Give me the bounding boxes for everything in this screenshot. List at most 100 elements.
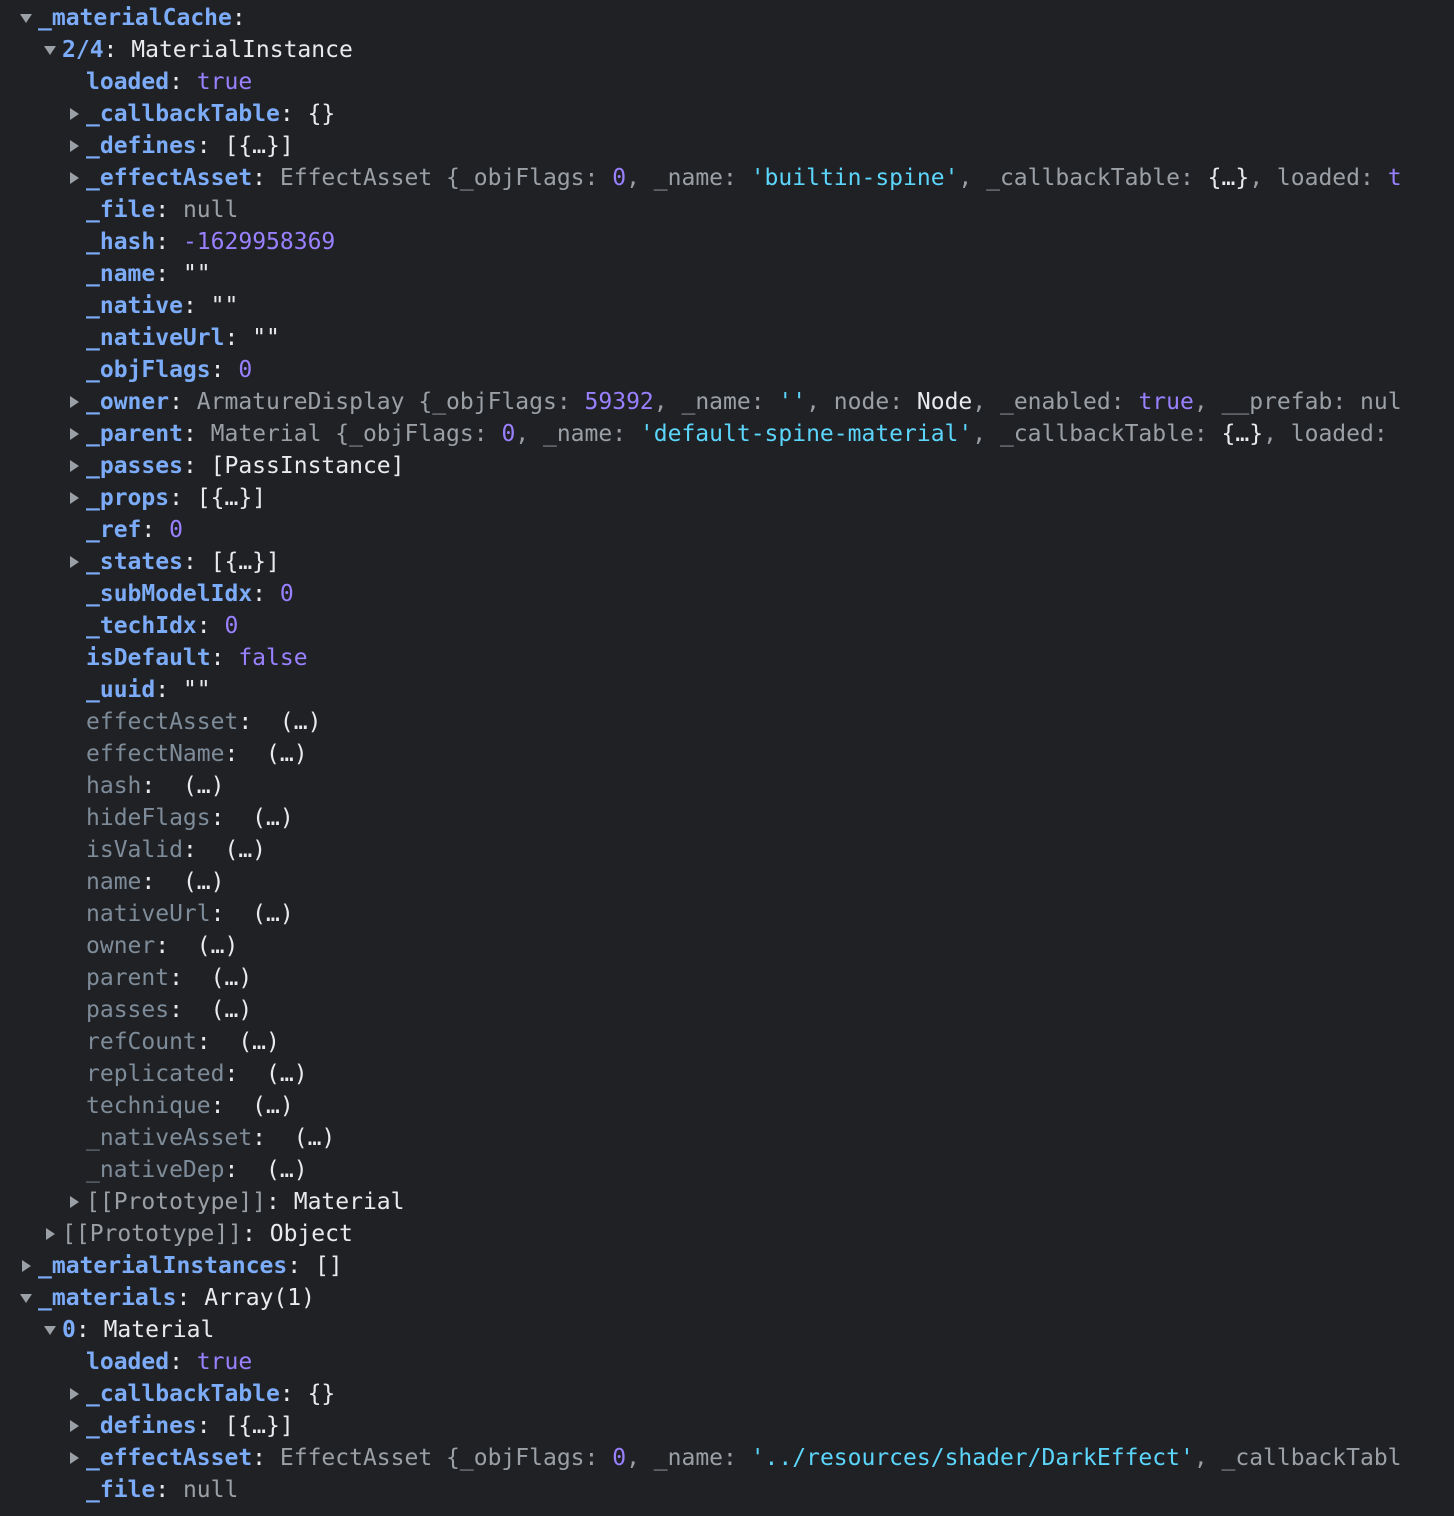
property-row-native: _native: "" [62,290,238,322]
property-row-states[interactable]: _states: [{…}] [62,546,280,578]
key-separator: : [141,773,170,799]
key-separator: : [182,421,211,447]
collapsed-triangle-icon[interactable] [38,1218,62,1250]
collapsed-triangle-icon[interactable] [62,482,86,514]
expanded-triangle-icon[interactable] [14,2,38,34]
property-value: , _name: [626,165,751,191]
property-row-file: _file: null [62,1474,238,1506]
key-separator: : [224,1157,253,1183]
property-value: '../resources/shader/DarkEffect' [750,1445,1194,1471]
property-value[interactable]: (…) [238,805,294,831]
expanded-triangle-icon[interactable] [14,1282,38,1314]
property-value: 0 [169,517,183,543]
property-row-props[interactable]: _props: [{…}] [62,482,266,514]
property-value[interactable]: (…) [197,997,253,1023]
property-value: MaterialInstance [131,37,353,63]
property-row-passes[interactable]: _passes: [PassInstance] [62,450,405,482]
property-value[interactable]: (…) [169,773,225,799]
property-row-defines[interactable]: _defines: [{…}] [62,1410,294,1442]
property-row-effectasset[interactable]: _effectAsset: EffectAsset {_objFlags: 0,… [62,1442,1402,1474]
property-row-2-4[interactable]: 2/4: MaterialInstance [38,34,353,66]
collapsed-triangle-icon[interactable] [62,418,86,450]
property-row-owner[interactable]: _owner: ArmatureDisplay {_objFlags: 5939… [62,386,1402,418]
property-value: [{…}] [196,485,267,511]
property-key: _native [86,293,183,319]
property-row-replicated: replicated: (…) [62,1058,308,1090]
collapsed-triangle-icon[interactable] [62,98,86,130]
property-value[interactable]: (…) [252,1157,308,1183]
collapsed-triangle-icon[interactable] [62,1378,86,1410]
property-key: _ref [86,517,142,543]
key-separator: : [75,1317,104,1343]
property-key: passes [86,997,170,1023]
property-row-callbacktable[interactable]: _callbackTable: {} [62,98,335,130]
property-row-nativeurl: _nativeUrl: "" [62,322,280,354]
collapsed-triangle-icon[interactable] [62,1186,86,1218]
property-value: Material {_objFlags: [210,421,502,447]
property-row-callbacktable[interactable]: _callbackTable: {} [62,1378,335,1410]
collapsed-triangle-icon[interactable] [62,162,86,194]
property-key: effectName [86,741,225,767]
property-row-effectasset[interactable]: _effectAsset: EffectAsset {_objFlags: 0,… [62,162,1402,194]
property-value[interactable]: (…) [238,901,294,927]
key-separator: : [196,1413,225,1439]
property-value: Node [916,389,973,415]
property-row-parent[interactable]: _parent: Material {_objFlags: 0, _name: … [62,418,1402,450]
collapsed-triangle-icon[interactable] [62,450,86,482]
property-row-defines[interactable]: _defines: [{…}] [62,130,294,162]
property-value: 59392 [584,389,654,415]
property-value[interactable]: (…) [183,933,239,959]
property-key: name [86,869,142,895]
property-key: hideFlags [86,805,211,831]
key-separator: : [279,1381,308,1407]
property-value[interactable]: (…) [197,965,253,991]
property-key: _hash [86,229,156,255]
property-key: _file [86,197,156,223]
property-row-materialcache[interactable]: _materialCache: [14,2,246,34]
property-key: [[Prototype]] [62,1221,243,1247]
property-row-prototype[interactable]: [[Prototype]]: Object [38,1218,353,1250]
property-value: -1629958369 [182,229,336,255]
key-separator: : [210,805,239,831]
collapsed-triangle-icon[interactable] [62,386,86,418]
key-separator: : [242,1221,270,1247]
key-separator: : [155,261,183,287]
property-value[interactable]: (…) [252,1061,308,1087]
expanded-triangle-icon[interactable] [38,1314,62,1346]
collapsed-triangle-icon[interactable] [62,130,86,162]
property-row-materials[interactable]: _materials: Array(1) [14,1282,315,1314]
property-value: , _callbackTable: [958,165,1208,191]
collapsed-triangle-icon[interactable] [62,1442,86,1474]
property-row-prototype[interactable]: [[Prototype]]: Material [62,1186,405,1218]
property-value[interactable]: (…) [169,869,225,895]
property-row-materialinstances[interactable]: _materialInstances: [] [14,1250,343,1282]
collapsed-triangle-icon[interactable] [62,546,86,578]
key-separator: : [196,613,225,639]
key-separator: : [252,581,280,607]
property-value[interactable]: (…) [280,1125,336,1151]
property-key: _defines [86,133,197,159]
key-separator: : [252,1125,280,1151]
property-value[interactable]: (…) [266,709,322,735]
key-separator: : [176,1285,205,1311]
expanded-triangle-icon[interactable] [38,34,62,66]
collapsed-triangle-icon[interactable] [14,1250,38,1282]
property-key: _materialCache [38,5,232,31]
property-row-0[interactable]: 0: Material [38,1314,214,1346]
property-value[interactable]: (…) [211,837,266,863]
property-value: ArmatureDisplay {_objFlags: [196,389,585,415]
property-value[interactable]: (…) [252,741,308,767]
property-value[interactable]: (…) [238,1093,294,1119]
property-row-isdefault: isDefault: false [62,642,308,674]
property-value[interactable]: (…) [224,1029,280,1055]
collapsed-triangle-icon[interactable] [62,1410,86,1442]
